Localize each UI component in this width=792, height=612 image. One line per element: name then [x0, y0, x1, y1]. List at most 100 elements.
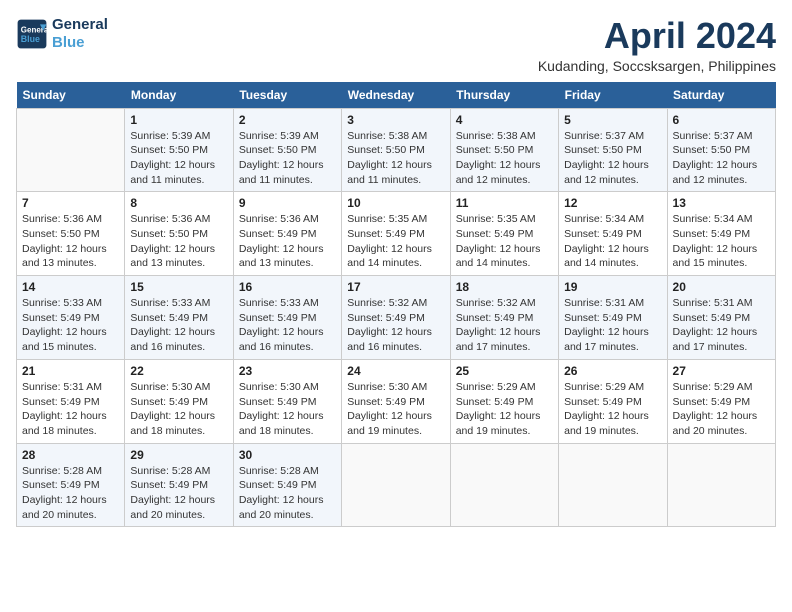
day-info: Sunrise: 5:36 AM Sunset: 5:50 PM Dayligh…	[130, 212, 227, 271]
day-info: Sunrise: 5:33 AM Sunset: 5:49 PM Dayligh…	[22, 296, 119, 355]
day-info: Sunrise: 5:30 AM Sunset: 5:49 PM Dayligh…	[347, 380, 444, 439]
calendar-cell	[559, 443, 667, 527]
calendar-cell: 7 Sunrise: 5:36 AM Sunset: 5:50 PM Daylig…	[17, 192, 125, 276]
day-number: 5	[564, 113, 661, 127]
calendar-cell: 27 Sunrise: 5:29 AM Sunset: 5:49 PM Dayli…	[667, 359, 775, 443]
calendar-cell: 14 Sunrise: 5:33 AM Sunset: 5:49 PM Dayli…	[17, 276, 125, 360]
day-number: 11	[456, 196, 553, 210]
day-info: Sunrise: 5:31 AM Sunset: 5:49 PM Dayligh…	[22, 380, 119, 439]
calendar-cell: 29Sunrise: 5:28 AM Sunset: 5:49 PM Dayli…	[125, 443, 233, 527]
day-info: Sunrise: 5:29 AM Sunset: 5:49 PM Dayligh…	[564, 380, 661, 439]
location: Kudanding, Soccsksargen, Philippines	[538, 58, 776, 74]
day-number: 20	[673, 280, 770, 294]
day-number: 1	[130, 113, 227, 127]
day-info: Sunrise: 5:35 AM Sunset: 5:49 PM Dayligh…	[456, 212, 553, 271]
weekday-header: Tuesday	[233, 82, 341, 109]
calendar-cell	[667, 443, 775, 527]
day-info: Sunrise: 5:28 AM Sunset: 5:49 PM Dayligh…	[130, 464, 227, 523]
day-number: 6	[673, 113, 770, 127]
calendar-cell: 13Sunrise: 5:34 AM Sunset: 5:49 PM Dayli…	[667, 192, 775, 276]
day-info: Sunrise: 5:38 AM Sunset: 5:50 PM Dayligh…	[347, 129, 444, 188]
day-info: Sunrise: 5:31 AM Sunset: 5:49 PM Dayligh…	[564, 296, 661, 355]
calendar-cell: 11 Sunrise: 5:35 AM Sunset: 5:49 PM Dayli…	[450, 192, 558, 276]
day-number: 15	[130, 280, 227, 294]
day-number: 3	[347, 113, 444, 127]
calendar-cell: 8 Sunrise: 5:36 AM Sunset: 5:50 PM Daylig…	[125, 192, 233, 276]
calendar-cell: 30 Sunrise: 5:28 AM Sunset: 5:49 PM Dayli…	[233, 443, 341, 527]
calendar-cell	[17, 108, 125, 192]
day-number: 10	[347, 196, 444, 210]
day-info: Sunrise: 5:39 AM Sunset: 5:50 PM Dayligh…	[239, 129, 336, 188]
day-info: Sunrise: 5:38 AM Sunset: 5:50 PM Dayligh…	[456, 129, 553, 188]
calendar-cell: 25 Sunrise: 5:29 AM Sunset: 5:49 PM Dayli…	[450, 359, 558, 443]
day-number: 18	[456, 280, 553, 294]
day-info: Sunrise: 5:28 AM Sunset: 5:49 PM Dayligh…	[239, 464, 336, 523]
day-info: Sunrise: 5:33 AM Sunset: 5:49 PM Dayligh…	[130, 296, 227, 355]
day-number: 7	[22, 196, 119, 210]
calendar-cell: 18 Sunrise: 5:32 AM Sunset: 5:49 PM Dayli…	[450, 276, 558, 360]
day-info: Sunrise: 5:29 AM Sunset: 5:49 PM Dayligh…	[456, 380, 553, 439]
day-number: 16	[239, 280, 336, 294]
calendar-cell: 2 Sunrise: 5:39 AM Sunset: 5:50 PM Daylig…	[233, 108, 341, 192]
logo-text: General Blue	[52, 16, 108, 52]
day-number: 26	[564, 364, 661, 378]
weekday-header: Sunday	[17, 82, 125, 109]
day-info: Sunrise: 5:29 AM Sunset: 5:49 PM Dayligh…	[673, 380, 770, 439]
day-number: 27	[673, 364, 770, 378]
calendar-cell: 20 Sunrise: 5:31 AM Sunset: 5:49 PM Dayli…	[667, 276, 775, 360]
day-info: Sunrise: 5:39 AM Sunset: 5:50 PM Dayligh…	[130, 129, 227, 188]
calendar-cell: 23 Sunrise: 5:30 AM Sunset: 5:49 PM Dayli…	[233, 359, 341, 443]
weekday-header: Wednesday	[342, 82, 450, 109]
logo-icon: General Blue	[16, 18, 48, 50]
day-number: 25	[456, 364, 553, 378]
calendar-cell: 4Sunrise: 5:38 AM Sunset: 5:50 PM Daylig…	[450, 108, 558, 192]
calendar-cell: 24Sunrise: 5:30 AM Sunset: 5:49 PM Dayli…	[342, 359, 450, 443]
svg-text:Blue: Blue	[21, 34, 40, 44]
calendar-week-row: 7 Sunrise: 5:36 AM Sunset: 5:50 PM Daylig…	[17, 192, 776, 276]
day-info: Sunrise: 5:28 AM Sunset: 5:49 PM Dayligh…	[22, 464, 119, 523]
day-info: Sunrise: 5:35 AM Sunset: 5:49 PM Dayligh…	[347, 212, 444, 271]
day-info: Sunrise: 5:30 AM Sunset: 5:49 PM Dayligh…	[239, 380, 336, 439]
weekday-header: Thursday	[450, 82, 558, 109]
calendar-week-row: 1 Sunrise: 5:39 AM Sunset: 5:50 PM Daylig…	[17, 108, 776, 192]
day-number: 8	[130, 196, 227, 210]
calendar-week-row: 14 Sunrise: 5:33 AM Sunset: 5:49 PM Dayli…	[17, 276, 776, 360]
calendar-cell: 17 Sunrise: 5:32 AM Sunset: 5:49 PM Dayli…	[342, 276, 450, 360]
calendar-week-row: 28 Sunrise: 5:28 AM Sunset: 5:49 PM Dayli…	[17, 443, 776, 527]
calendar-cell: 5Sunrise: 5:37 AM Sunset: 5:50 PM Daylig…	[559, 108, 667, 192]
day-info: Sunrise: 5:32 AM Sunset: 5:49 PM Dayligh…	[456, 296, 553, 355]
day-info: Sunrise: 5:34 AM Sunset: 5:49 PM Dayligh…	[564, 212, 661, 271]
calendar-cell: 22 Sunrise: 5:30 AM Sunset: 5:49 PM Dayli…	[125, 359, 233, 443]
calendar-week-row: 21 Sunrise: 5:31 AM Sunset: 5:49 PM Dayli…	[17, 359, 776, 443]
calendar-cell	[342, 443, 450, 527]
day-number: 14	[22, 280, 119, 294]
day-info: Sunrise: 5:32 AM Sunset: 5:49 PM Dayligh…	[347, 296, 444, 355]
page-header: General Blue General Blue April 2024 Kud…	[16, 16, 776, 74]
calendar-cell: 6Sunrise: 5:37 AM Sunset: 5:50 PM Daylig…	[667, 108, 775, 192]
day-number: 17	[347, 280, 444, 294]
day-number: 28	[22, 448, 119, 462]
calendar-cell: 10 Sunrise: 5:35 AM Sunset: 5:49 PM Dayli…	[342, 192, 450, 276]
weekday-header: Monday	[125, 82, 233, 109]
month-title: April 2024	[538, 16, 776, 56]
day-info: Sunrise: 5:36 AM Sunset: 5:50 PM Dayligh…	[22, 212, 119, 271]
calendar-cell: 3 Sunrise: 5:38 AM Sunset: 5:50 PM Daylig…	[342, 108, 450, 192]
day-info: Sunrise: 5:36 AM Sunset: 5:49 PM Dayligh…	[239, 212, 336, 271]
day-number: 30	[239, 448, 336, 462]
day-number: 23	[239, 364, 336, 378]
calendar-cell: 9 Sunrise: 5:36 AM Sunset: 5:49 PM Daylig…	[233, 192, 341, 276]
weekday-header: Saturday	[667, 82, 775, 109]
day-number: 21	[22, 364, 119, 378]
day-info: Sunrise: 5:31 AM Sunset: 5:49 PM Dayligh…	[673, 296, 770, 355]
calendar-cell	[450, 443, 558, 527]
calendar-cell: 19Sunrise: 5:31 AM Sunset: 5:49 PM Dayli…	[559, 276, 667, 360]
day-number: 9	[239, 196, 336, 210]
day-number: 22	[130, 364, 227, 378]
day-info: Sunrise: 5:30 AM Sunset: 5:49 PM Dayligh…	[130, 380, 227, 439]
day-info: Sunrise: 5:34 AM Sunset: 5:49 PM Dayligh…	[673, 212, 770, 271]
calendar-cell: 1 Sunrise: 5:39 AM Sunset: 5:50 PM Daylig…	[125, 108, 233, 192]
day-number: 2	[239, 113, 336, 127]
calendar-cell: 26 Sunrise: 5:29 AM Sunset: 5:49 PM Dayli…	[559, 359, 667, 443]
calendar-cell: 21 Sunrise: 5:31 AM Sunset: 5:49 PM Dayli…	[17, 359, 125, 443]
calendar-cell: 15 Sunrise: 5:33 AM Sunset: 5:49 PM Dayli…	[125, 276, 233, 360]
